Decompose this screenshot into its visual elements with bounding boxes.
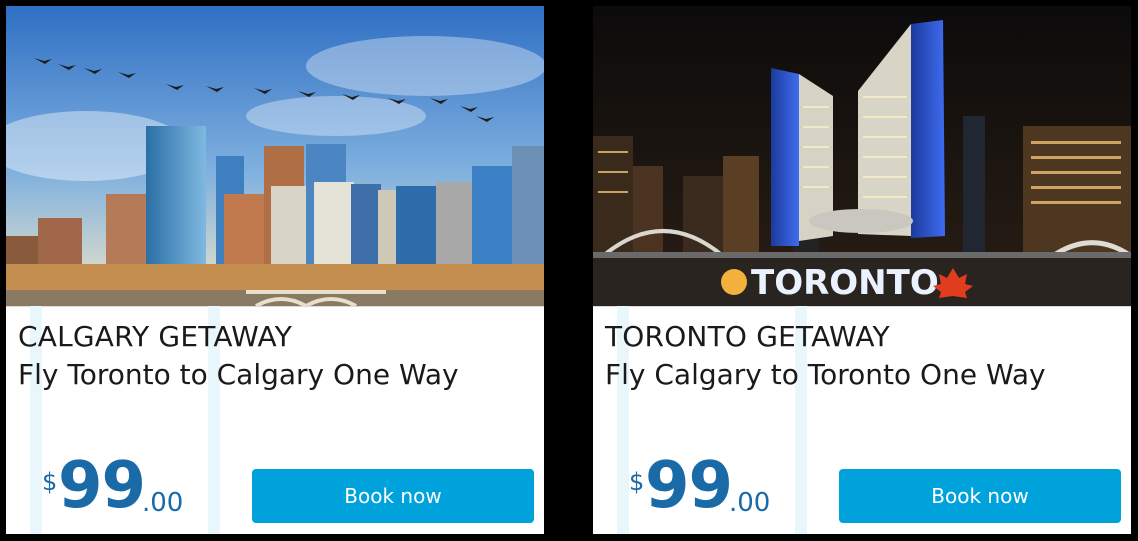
- book-now-button[interactable]: Book now: [839, 469, 1121, 523]
- deal-title: TORONTO GETAWAY: [605, 320, 890, 353]
- currency-symbol: $: [42, 468, 58, 496]
- toronto-city-hall-image: TORONTO: [593, 6, 1131, 306]
- toronto-night-illustration: TORONTO: [593, 6, 1131, 306]
- calgary-skyline-image: [6, 6, 544, 306]
- deal-card-calgary[interactable]: CALGARY GETAWAY Fly Toronto to Calgary O…: [6, 6, 544, 534]
- deal-card-toronto[interactable]: TORONTO TORONTO GETAWAY Fly Calgary to T…: [593, 6, 1131, 534]
- deals-panel: CALGARY GETAWAY Fly Toronto to Calgary O…: [0, 0, 1138, 541]
- book-now-button[interactable]: Book now: [252, 469, 534, 523]
- toronto-sign-text: TORONTO: [751, 263, 939, 303]
- price-cents: .00: [729, 488, 771, 518]
- deal-details: CALGARY GETAWAY Fly Toronto to Calgary O…: [6, 306, 544, 534]
- deal-title: CALGARY GETAWAY: [18, 320, 293, 353]
- deal-subtitle: Fly Calgary to Toronto One Way: [605, 358, 1046, 391]
- deal-subtitle: Fly Toronto to Calgary One Way: [18, 358, 459, 391]
- currency-symbol: $: [629, 468, 645, 496]
- calgary-skyline-illustration: [6, 6, 544, 306]
- price-whole: 99: [58, 449, 146, 523]
- price-cents: .00: [142, 488, 184, 518]
- price-whole: 99: [645, 449, 733, 523]
- deal-details: TORONTO GETAWAY Fly Calgary to Toronto O…: [593, 306, 1131, 534]
